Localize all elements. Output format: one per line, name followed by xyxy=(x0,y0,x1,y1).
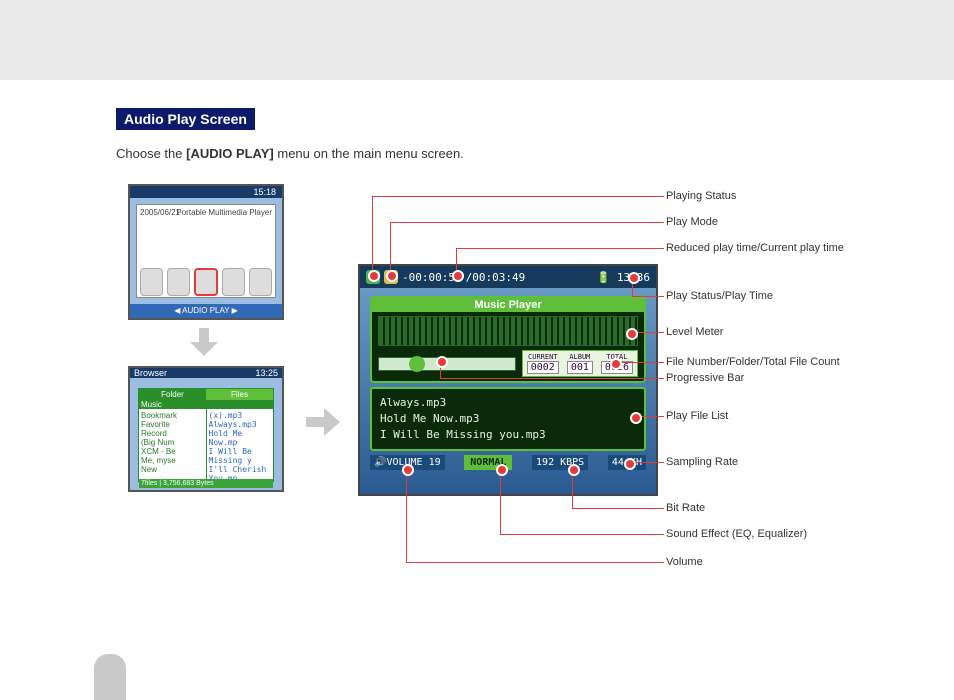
leader-dot xyxy=(402,464,414,476)
file-item: I'll Cherish You.mp xyxy=(209,465,272,479)
leader-line xyxy=(500,534,664,535)
value-album: 001 xyxy=(567,361,593,374)
progress-knob xyxy=(409,356,425,372)
tab-folder: Folder xyxy=(139,389,206,400)
folder-list: Bookmark Favorite Record (Big Num XCM - … xyxy=(139,409,207,479)
folder-item: Favorite xyxy=(141,420,204,429)
leader-dot xyxy=(496,464,508,476)
callout-progressive-bar: Progressive Bar xyxy=(666,372,744,384)
leader-line xyxy=(372,196,373,274)
thumb1-title: Portable Multimedia Player xyxy=(160,208,272,217)
file-item: I Will Be Missing y xyxy=(209,447,272,465)
file-list: (x).mp3 Always.mp3 Hold Me Now.mp I Will… xyxy=(207,409,274,479)
leader-dot xyxy=(624,458,636,470)
leader-dot xyxy=(610,358,622,370)
folder-item: Bookmark xyxy=(141,411,204,420)
callout-reduced-time: Reduced play time/Current play time xyxy=(666,242,844,254)
instruction-bold: [AUDIO PLAY] xyxy=(186,146,274,161)
folder-item: New xyxy=(141,465,204,474)
clock-icon xyxy=(140,268,163,296)
time-total: /00:03:49 xyxy=(466,271,526,284)
leader-line xyxy=(372,196,664,197)
callout-file-number: File Number/Folder/Total File Count xyxy=(666,356,840,368)
music-player-panel: Music Player CURRENT0002 ALBUM001 TOTAL0… xyxy=(370,296,646,383)
leader-line xyxy=(406,562,664,563)
callout-playing-status: Playing Status xyxy=(666,190,736,202)
callout-volume: Volume xyxy=(666,556,703,568)
callout-sampling-rate: Sampling Rate xyxy=(666,456,738,468)
bitrate-value: 192 xyxy=(536,457,554,468)
level-meter xyxy=(378,316,638,346)
page-tab xyxy=(94,654,126,700)
leader-dot xyxy=(630,412,642,424)
file-item: Always.mp3 xyxy=(209,420,272,429)
folder-item: (Big Num xyxy=(141,438,204,447)
value-current: 0002 xyxy=(527,361,559,374)
leader-dot xyxy=(452,270,464,282)
thumb1-footer: ◀ AUDIO PLAY ▶ xyxy=(130,304,282,318)
callout-sound-effect: Sound Effect (EQ, Equalizer) xyxy=(666,528,807,540)
leader-dot xyxy=(568,464,580,476)
folder-item: Record xyxy=(141,429,204,438)
section-heading: Audio Play Screen xyxy=(116,108,255,130)
disc-icon xyxy=(249,268,272,296)
leader-line xyxy=(572,508,664,509)
player-clock: 🔋 13:36 xyxy=(597,271,650,284)
leader-dot xyxy=(628,272,640,284)
label-current: CURRENT xyxy=(527,353,559,361)
folder-item: Me, myse xyxy=(141,456,204,465)
thumb2-title: Browser xyxy=(134,368,167,378)
leader-line xyxy=(500,468,501,534)
callout-play-status-time: Play Status/Play Time xyxy=(666,290,773,302)
thumb2-clock: 13:25 xyxy=(255,368,278,378)
callout-level-meter: Level Meter xyxy=(666,326,723,338)
file-item: (x).mp3 xyxy=(209,411,272,420)
browser-root: Music xyxy=(139,400,273,409)
battery-icon: 🔋 xyxy=(597,271,611,284)
leader-line xyxy=(390,222,391,274)
leader-line xyxy=(390,222,664,223)
arrow-down-icon xyxy=(190,328,218,358)
folder-item: XCM - Be xyxy=(141,447,204,456)
leader-dot xyxy=(368,270,380,282)
mic-icon xyxy=(222,268,245,296)
instruction-prefix: Choose the xyxy=(116,146,186,161)
thumb1-icon-row xyxy=(140,268,272,296)
instruction-suffix: menu on the main menu screen. xyxy=(274,146,464,161)
audio-play-icon xyxy=(194,268,219,296)
leader-line xyxy=(456,248,664,249)
file-item: Hold Me Now.mp xyxy=(209,429,272,447)
browser-thumbnail: Browser 13:25 Folder Files Music Bookmar… xyxy=(128,366,284,492)
leader-dot xyxy=(626,328,638,340)
playlist-item: Always.mp3 xyxy=(380,395,636,411)
playlist-item: I Will Be Missing you.mp3 xyxy=(380,427,636,443)
leader-dot xyxy=(386,270,398,282)
volume-value: 19 xyxy=(429,457,441,468)
panel-title: Music Player xyxy=(372,298,644,312)
instruction-text: Choose the [AUDIO PLAY] menu on the main… xyxy=(116,146,464,161)
audio-player-screen: -00:00:50/00:03:49 🔋 13:36 Music Player … xyxy=(358,264,658,496)
arrow-right-icon xyxy=(306,408,342,436)
callout-bit-rate: Bit Rate xyxy=(666,502,705,514)
playlist-item: Hold Me Now.mp3 xyxy=(380,411,636,427)
player-status-bar: -00:00:50/00:03:49 🔋 13:36 xyxy=(360,266,656,288)
callout-play-mode: Play Mode xyxy=(666,216,718,228)
main-menu-thumbnail: 15:18 2005/06/21 Portable Multimedia Pla… xyxy=(128,184,284,320)
thumb1-clock: 15:18 xyxy=(130,186,282,198)
browser-status: 7files | 3,756,683 Bytes xyxy=(139,479,273,488)
play-file-list: Always.mp3 Hold Me Now.mp3 I Will Be Mis… xyxy=(370,387,646,451)
leader-line xyxy=(440,378,664,379)
leader-dot xyxy=(436,356,448,368)
callout-play-file-list: Play File List xyxy=(666,410,728,422)
srate-value: 44 xyxy=(612,457,624,468)
tab-files: Files xyxy=(206,389,273,400)
leader-line xyxy=(406,468,407,562)
leader-line xyxy=(632,296,664,297)
browser-panel: Folder Files Music Bookmark Favorite Rec… xyxy=(138,388,274,482)
page-content: Audio Play Screen Choose the [AUDIO PLAY… xyxy=(0,0,954,700)
photo-icon xyxy=(167,268,190,296)
label-album: ALBUM xyxy=(567,353,593,361)
